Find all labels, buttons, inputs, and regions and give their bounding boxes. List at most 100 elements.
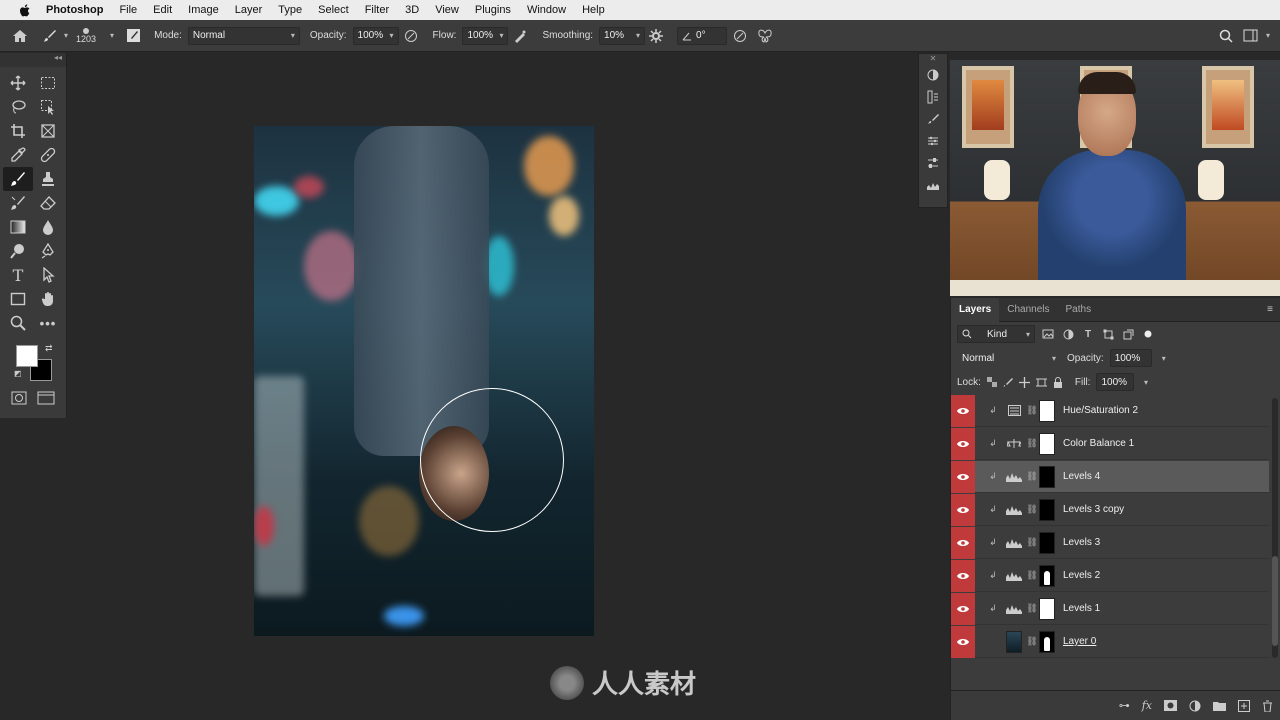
filter-toggle-icon[interactable] [1141,330,1155,338]
layer-mask-thumbnail[interactable] [1039,498,1055,521]
crop-tool-icon[interactable] [3,119,33,143]
levels-icon[interactable] [1003,604,1025,614]
mask-link-icon[interactable]: ⛓ [1025,471,1039,482]
filter-pixel-icon[interactable] [1041,329,1055,339]
default-colors-icon[interactable]: ◩ [14,369,22,378]
layer-mask-thumbnail[interactable] [1039,597,1055,620]
brush-angle-field[interactable]: 0° [677,26,728,45]
lock-position-icon[interactable] [1018,376,1030,388]
mode-select[interactable]: Normal ▾ [187,26,300,45]
layer-row[interactable]: ↲ ⛓ Levels 3 [951,526,1269,559]
move-tool-icon[interactable] [3,71,33,95]
layer-row[interactable]: ↲ ⛓ Levels 4 [951,460,1269,493]
mask-link-icon[interactable]: ⛓ [1025,504,1039,515]
menu-edit[interactable]: Edit [145,4,180,16]
rectangle-tool-icon[interactable] [3,287,33,311]
chevron-down-icon[interactable]: ▾ [110,31,114,40]
opacity-field[interactable]: 100% ▾ [352,26,399,45]
layer-row[interactable]: ⛓ Layer 0 [951,625,1269,658]
chevron-down-icon[interactable]: ▾ [1266,31,1270,40]
history-brush-tool-icon[interactable] [3,191,33,215]
smoothing-field[interactable]: 10% ▾ [599,26,646,45]
clone-stamp-tool-icon[interactable] [33,167,63,191]
layer-row[interactable]: ↲ ⛓ Levels 3 copy [951,493,1269,526]
mask-link-icon[interactable]: ⛓ [1025,636,1039,647]
symmetry-butterfly-icon[interactable] [753,29,777,43]
visibility-eye-icon[interactable] [951,559,975,592]
close-icon[interactable]: ✕ [919,54,947,64]
hand-tool-icon[interactable] [33,287,63,311]
menu-file[interactable]: File [111,4,145,16]
lock-image-pixels-icon[interactable] [1003,377,1013,387]
tab-layers[interactable]: Layers [951,297,1000,322]
trash-icon[interactable] [1262,700,1273,712]
gradient-tool-icon[interactable] [3,215,33,239]
panel-menu-icon[interactable]: ≡ [1260,304,1280,315]
layer-name[interactable]: Levels 1 [1063,603,1100,614]
chevron-down-icon[interactable]: ▾ [1162,354,1166,363]
levels-icon[interactable] [1003,505,1025,515]
visibility-eye-icon[interactable] [951,526,975,559]
pressure-size-icon[interactable] [727,29,753,43]
airbrush-icon[interactable] [508,29,532,43]
quick-mask-icon[interactable] [11,391,27,405]
layer-mask-thumbnail[interactable] [1039,564,1055,587]
menu-layer[interactable]: Layer [227,4,271,16]
history-panel-icon[interactable] [919,86,947,108]
add-mask-icon[interactable] [1164,700,1177,711]
histogram-panel-icon[interactable] [919,174,947,196]
color-panel-icon[interactable] [919,64,947,86]
layer-name[interactable]: Color Balance 1 [1063,438,1134,449]
filter-type-icon[interactable]: T [1081,329,1095,340]
filter-adjustment-icon[interactable] [1061,329,1075,340]
layer-mask-thumbnail[interactable] [1039,630,1055,653]
frame-tool-icon[interactable] [33,119,63,143]
lasso-tool-icon[interactable] [3,95,33,119]
mask-link-icon[interactable]: ⛓ [1025,570,1039,581]
filter-smart-object-icon[interactable] [1121,329,1135,340]
new-adjustment-layer-icon[interactable] [1189,700,1201,712]
layer-thumbnail[interactable] [1003,630,1025,653]
eraser-tool-icon[interactable] [33,191,63,215]
blend-mode-select[interactable]: Normal ▾ [957,349,1061,367]
dodge-tool-icon[interactable] [3,239,33,263]
layer-name[interactable]: Levels 3 [1063,537,1100,548]
brush-tool-icon[interactable] [3,167,33,191]
tab-paths[interactable]: Paths [1058,298,1100,322]
menu-3d[interactable]: 3D [397,4,427,16]
layers-scrollbar[interactable] [1272,398,1278,658]
menu-filter[interactable]: Filter [357,4,397,16]
foreground-color-swatch[interactable] [16,345,38,367]
fx-icon[interactable]: fx [1142,699,1152,712]
adjustments-panel-icon[interactable] [919,130,947,152]
blur-tool-icon[interactable] [33,215,63,239]
visibility-eye-icon[interactable] [951,592,975,625]
mask-link-icon[interactable]: ⛓ [1025,537,1039,548]
new-group-icon[interactable] [1213,700,1226,711]
menu-image[interactable]: Image [180,4,227,16]
visibility-eye-icon[interactable] [951,625,975,658]
apple-icon[interactable] [16,3,32,17]
workspace-icon[interactable] [1240,29,1262,42]
document-image[interactable] [254,126,594,636]
mask-link-icon[interactable]: ⛓ [1025,438,1039,449]
healing-brush-tool-icon[interactable] [33,143,63,167]
layer-mask-thumbnail[interactable] [1039,465,1055,488]
levels-icon[interactable] [1003,571,1025,581]
swap-colors-icon[interactable]: ⇄ [45,343,53,354]
menu-help[interactable]: Help [574,4,613,16]
gear-icon[interactable] [645,28,667,43]
mask-link-icon[interactable]: ⛓ [1025,603,1039,614]
menu-app-name[interactable]: Photoshop [42,4,111,16]
screen-mode-icon[interactable] [37,391,55,405]
layer-mask-thumbnail[interactable] [1039,399,1055,422]
layer-opacity-field[interactable]: 100% [1109,349,1152,367]
brush-settings-panel-icon[interactable] [122,28,144,43]
marquee-tool-icon[interactable] [33,71,63,95]
menu-select[interactable]: Select [310,4,357,16]
tab-channels[interactable]: Channels [999,298,1057,322]
color-balance-icon[interactable] [1003,438,1025,449]
layer-mask-thumbnail[interactable] [1039,432,1055,455]
mask-link-icon[interactable]: ⛓ [1025,405,1039,416]
layer-row[interactable]: ↲ ⛓ Color Balance 1 [951,427,1269,460]
